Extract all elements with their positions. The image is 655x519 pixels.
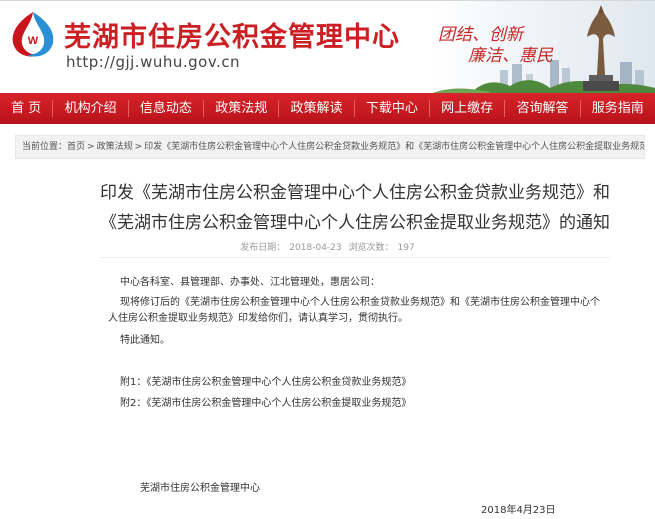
- site-header: W 芜湖市住房公积金管理中心 http://gjj.wuhu.gov.cn 团结…: [0, 0, 655, 93]
- nav-item-downloads[interactable]: 下载中心: [355, 93, 429, 124]
- nav-item-faq[interactable]: 咨询解答: [505, 93, 579, 124]
- breadcrumb-prefix: 当前位置：: [22, 142, 68, 152]
- body-paragraph: 现将修订后的《芜湖市住房公积金管理中心个人住房公积金贷款业务规范》和《芜湖市住房…: [108, 295, 608, 327]
- nav-item-online-deposit[interactable]: 网上缴存: [430, 93, 504, 124]
- svg-text:W: W: [28, 35, 39, 47]
- sculpture-icon: [583, 5, 619, 91]
- site-name: 芜湖市住房公积金管理中心: [64, 22, 400, 53]
- breadcrumb: 当前位置：首页 > 政策法规 > 印发《芜湖市住房公积金管理中心个人住房公积金贷款业务规…: [15, 135, 645, 159]
- issuer-name: 芜湖市住房公积金管理中心: [140, 483, 260, 494]
- nav-item-policy-interpretation[interactable]: 政策解读: [279, 93, 353, 124]
- site-url: http://gjj.wuhu.gov.cn: [66, 53, 241, 71]
- nav-item-policy[interactable]: 政策法规: [204, 93, 278, 124]
- issue-date: 2018年4月23日: [481, 505, 556, 516]
- breadcrumb-link-home[interactable]: 首页: [67, 142, 85, 152]
- nav-item-about[interactable]: 机构介绍: [53, 93, 127, 124]
- nav-item-service-guide[interactable]: 服务指南: [581, 93, 655, 124]
- body-line-2: 人住房公积金提取业务规范》印发给你们，请认真学习，贯彻执行。: [108, 313, 408, 324]
- breadcrumb-separator: >: [87, 142, 95, 152]
- body-line-1: 现将修订后的《芜湖市住房公积金管理中心个人住房公积金贷款业务规范》和《芜湖市住房…: [120, 297, 600, 308]
- breadcrumb-current: 印发《芜湖市住房公积金管理中心个人住房公积金贷款业务规范》和《芜湖市住房公积金管…: [144, 142, 645, 152]
- publish-date-label: 发布日期：: [240, 243, 286, 253]
- nav-item-news[interactable]: 信息动态: [129, 93, 203, 124]
- housing-fund-logo-icon[interactable]: W: [7, 9, 59, 61]
- closing-text: 特此通知。: [120, 335, 170, 346]
- view-count: 197: [397, 243, 415, 253]
- nav-item-home[interactable]: 首 页: [0, 93, 52, 124]
- article-meta: 发布日期： 2018-04-23 浏览次数： 197: [0, 240, 655, 253]
- salutation: 中心各科室、县管理部、办事处、江北管理处，惠居公司：: [120, 277, 380, 288]
- views-label: 浏览次数：: [348, 243, 394, 253]
- publish-date: 2018-04-23: [289, 243, 342, 253]
- breadcrumb-separator: >: [134, 142, 143, 152]
- article-title: 印发《芜湖市住房公积金管理中心个人住房公积金贷款业务规范》和《芜湖市住房公积金管…: [100, 183, 610, 233]
- attachment-link-1[interactable]: 附1：《芜湖市住房公积金管理中心个人住房公积金贷款业务规范》: [120, 375, 411, 391]
- breadcrumb-link-policy[interactable]: 政策法规: [97, 142, 133, 152]
- slogan-line2: 廉洁、惠民: [468, 46, 553, 66]
- title-divider: [100, 257, 610, 258]
- main-nav: 首 页 机构介绍 信息动态 政策法规 政策解读 下载中心 网上缴存 咨询解答 服…: [0, 93, 655, 124]
- attachment-link-2[interactable]: 附2：《芜湖市住房公积金管理中心个人住房公积金提取业务规范》: [120, 396, 411, 412]
